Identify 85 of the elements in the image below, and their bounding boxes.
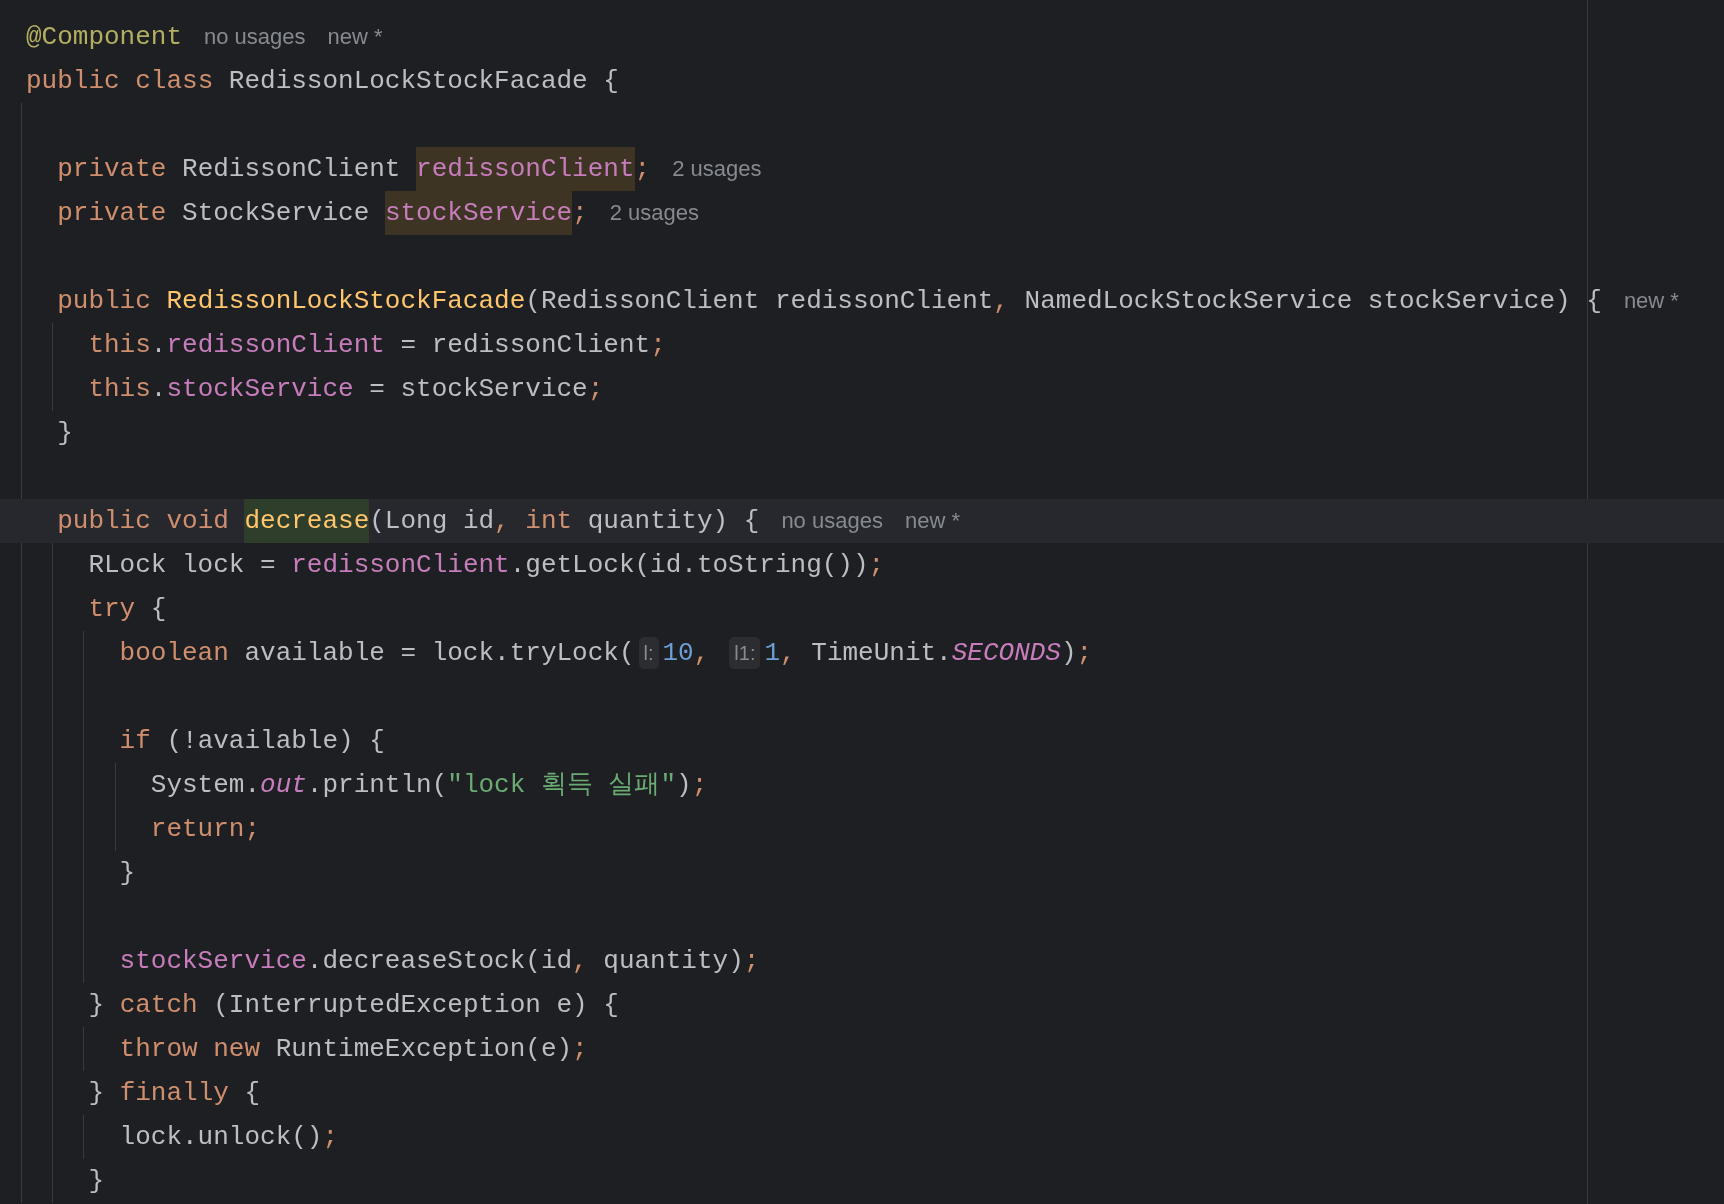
code-text: NamedLockStockService stockService) {	[1024, 285, 1602, 318]
code-text: .	[150, 373, 167, 406]
keyword: public	[57, 285, 152, 318]
keyword: this	[88, 373, 151, 406]
inlay-hint[interactable]: no usages	[204, 15, 306, 59]
punctuation: ;	[572, 197, 588, 230]
code-text: (InterruptedException e) {	[213, 989, 619, 1022]
field-name: redissonClient	[291, 549, 510, 582]
code-text: }	[119, 857, 136, 890]
code-text: RLock lock =	[88, 549, 277, 582]
keyword: private	[57, 197, 168, 230]
code-text: {	[150, 593, 167, 626]
code-text: .getLock(id.toString())	[509, 549, 869, 582]
punctuation: ,	[572, 945, 589, 978]
constant-name: out	[260, 769, 307, 802]
code-text: RedissonLockStockFacade {	[228, 65, 619, 98]
punctuation: ;	[868, 549, 885, 582]
code-text: quantity) {	[587, 505, 760, 538]
keyword: return;	[150, 813, 261, 846]
code-text: available = lock.tryLock(	[244, 637, 635, 670]
code-text: .	[150, 329, 167, 362]
code-text: StockService	[182, 197, 371, 230]
code-text: lock.unlock()	[119, 1121, 323, 1154]
code-text: {	[244, 1077, 261, 1110]
inlay-hint[interactable]: new *	[904, 499, 960, 543]
code-text: RuntimeException(e)	[275, 1033, 573, 1066]
inlay-hint[interactable]: new *	[1623, 279, 1679, 323]
code-text: .decreaseStock(id	[306, 945, 573, 978]
inlay-hint[interactable]: new *	[327, 15, 383, 59]
punctuation: ,	[993, 285, 1010, 318]
punctuation: ;	[634, 153, 651, 186]
field-name: stockService	[119, 945, 307, 978]
inlay-hint[interactable]: 2 usages	[609, 191, 699, 235]
keyword: public class	[26, 65, 215, 98]
keyword: int	[525, 505, 574, 538]
code-text: quantity)	[603, 945, 744, 978]
keyword: boolean	[119, 637, 230, 670]
field-name: redissonClient	[166, 329, 385, 362]
keyword: public void	[57, 505, 230, 538]
code-text: TimeUnit.	[811, 637, 952, 670]
number-literal: 10	[662, 637, 694, 670]
code-text: (Long id	[369, 505, 495, 538]
punctuation: ,	[693, 637, 710, 670]
punctuation: ,	[780, 637, 797, 670]
code-text: System.	[150, 769, 261, 802]
code-text: RedissonClient	[182, 153, 402, 186]
field-name: stockService	[166, 373, 354, 406]
inlay-hint[interactable]: no usages	[781, 499, 883, 543]
keyword: catch	[119, 989, 199, 1022]
code-text: = stockService	[368, 373, 588, 406]
punctuation: ;	[587, 373, 604, 406]
method-name: RedissonLockStockFacade	[166, 285, 526, 318]
number-literal: 1	[764, 637, 781, 670]
code-text: = redissonClient	[399, 329, 651, 362]
keyword: if	[119, 725, 152, 758]
punctuation: ;	[743, 945, 760, 978]
code-text: )	[676, 769, 692, 802]
code-text: (RedissonClient redissonClient	[525, 285, 994, 318]
keyword: try	[88, 593, 137, 626]
punctuation: ;	[572, 1033, 588, 1066]
punctuation: ,	[494, 505, 511, 538]
method-name: decrease	[244, 499, 370, 543]
keyword: finally	[119, 1077, 230, 1110]
code-text: }	[88, 989, 105, 1022]
keyword: throw new	[119, 1033, 262, 1066]
field-name: redissonClient	[416, 147, 635, 191]
keyword: this	[88, 329, 151, 362]
inlay-hint[interactable]: 2 usages	[672, 147, 762, 191]
punctuation: ;	[691, 769, 708, 802]
punctuation: ;	[650, 329, 666, 362]
parameter-hint: l1:	[729, 637, 761, 669]
punctuation: ;	[322, 1121, 339, 1154]
code-text: (!available) {	[166, 725, 385, 758]
code-text: .println(	[306, 769, 448, 802]
parameter-hint: l:	[638, 637, 659, 669]
annotation: @Component	[26, 21, 183, 54]
code-text: }	[88, 1165, 104, 1198]
constant-name: SECONDS	[951, 637, 1061, 670]
punctuation: ;	[1076, 637, 1093, 670]
keyword: private	[57, 153, 168, 186]
code-text: }	[57, 417, 73, 450]
code-text: }	[88, 1077, 105, 1110]
string-literal: "lock 획득 실패"	[447, 769, 677, 802]
code-text: )	[1060, 637, 1077, 670]
field-name: stockService	[384, 191, 573, 235]
